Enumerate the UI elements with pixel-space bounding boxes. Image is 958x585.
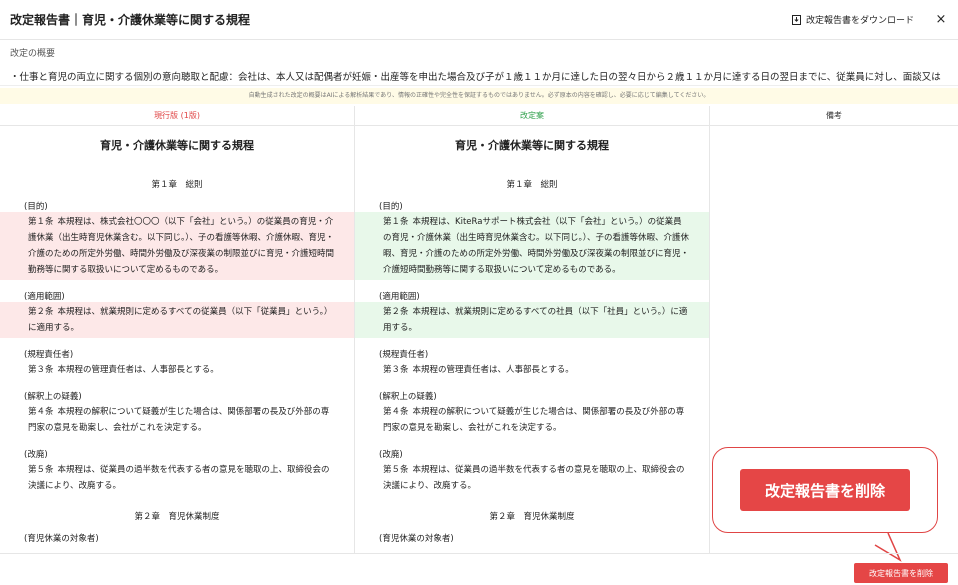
modal-footer [0, 553, 958, 585]
section-label: (改廃) [379, 450, 403, 460]
close-icon[interactable]: × [934, 12, 948, 27]
download-icon [791, 14, 801, 25]
article-text: 本規程の管理責任者は、人事部長とする。 [412, 365, 574, 375]
section-label: (育児休業の対象者) [379, 534, 454, 544]
article-number: 第５条 [383, 465, 409, 475]
current-document-column[interactable]: 育児・介護休業等に関する規程 第１章 総則 (目的) 第１条 本規程は、株式会社〇… [0, 127, 354, 553]
ai-disclaimer: 自動生成された改定の概要はAIによる解析結果であり、情報の正確性や完全性を保証す… [0, 88, 958, 104]
section-label: (規程責任者) [24, 350, 74, 360]
article-number: 第１条 [383, 217, 409, 227]
article-text: 本規程は、従業員の過半数を代表する者の意見を聴取の上、取締役会の決議により、改廃… [383, 465, 685, 491]
article-number: 第４条 [383, 407, 409, 417]
summary-heading: 改定の概要 [10, 49, 56, 59]
article-number: 第４条 [28, 407, 54, 417]
article-number: 第３条 [28, 365, 54, 375]
article-number: 第２条 [383, 307, 409, 317]
document-title: 育児・介護休業等に関する規程 [100, 139, 254, 152]
revised-document-column[interactable]: 育児・介護休業等に関する規程 第１章 総則 (目的) 第１条 本規程は、KiteR… [355, 127, 709, 553]
article-5: 第５条 本規程は、従業員の過半数を代表する者の意見を聴取の上、取締役会の決議により… [0, 460, 354, 496]
article-2: 第２条 本規程は、就業規則に定めるすべての従業員（以下「従業員」という。）に適用す… [0, 302, 354, 338]
section-label: (目的) [379, 202, 403, 212]
article-3: 第３条 本規程の管理責任者は、人事部長とする。 [0, 360, 354, 380]
article-text: 本規程は、就業規則に定めるすべての社員（以下「社員」という。）に適用する。 [383, 307, 688, 333]
chapter-heading: 第２章 育児休業制度 [134, 512, 220, 522]
article-text: 本規程は、KiteRaサポート株式会社（以下「会社」という。）の従業員の育児・介… [383, 217, 690, 275]
article-text: 本規程の解釈について疑義が生じた場合は、関係部署の長及び外部の専門家の意見を勘案… [383, 407, 685, 433]
modal-header: 改定報告書｜育児・介護休業等に関する規程 改定報告書をダウンロード × [0, 0, 958, 40]
article-number: 第３条 [383, 365, 409, 375]
article-text: 本規程は、株式会社〇〇〇（以下「会社」という。）の従業員の育児・介護休業（出生時… [28, 217, 335, 275]
section-label: (適用範囲) [379, 292, 420, 302]
delete-report-button[interactable]: 改定報告書を削除 [854, 563, 948, 583]
section-label: (解釈上の疑義) [379, 392, 437, 402]
chapter-heading: 第１章 総則 [151, 180, 203, 190]
chapter-heading: 第１章 総則 [506, 180, 558, 190]
delete-report-button-callout[interactable]: 改定報告書を削除 [740, 469, 910, 511]
article-text: 本規程は、従業員の過半数を代表する者の意見を聴取の上、取締役会の決議により、改廃… [28, 465, 330, 491]
section-label: (改廃) [24, 450, 48, 460]
article-2: 第２条 本規程は、就業規則に定めるすべての社員（以下「社員」という。）に適用する。 [355, 302, 709, 338]
download-label: 改定報告書をダウンロード [805, 16, 914, 26]
modal-title: 改定報告書｜育児・介護休業等に関する規程 [10, 13, 251, 27]
article-1: 第１条 本規程は、KiteRaサポート株式会社（以下「会社」という。）の従業員の育… [355, 212, 709, 280]
article-text: 本規程の解釈について疑義が生じた場合は、関係部署の長及び外部の専門家の意見を勘案… [28, 407, 330, 433]
summary-text: ・仕事と育児の両立に関する個別の意向聴取と配慮：会社は、本人又は配偶者が妊娠・出… [0, 64, 958, 86]
article-number: 第１条 [28, 217, 54, 227]
column-header-revised: 改定案 [355, 106, 709, 126]
column-header-current: 現行版 (1版) [0, 106, 354, 126]
article-3: 第３条 本規程の管理責任者は、人事部長とする。 [355, 360, 709, 380]
document-title: 育児・介護休業等に関する規程 [455, 139, 609, 152]
chapter-heading: 第２章 育児休業制度 [489, 512, 575, 522]
section-label: (解釈上の疑義) [24, 392, 82, 402]
article-number: 第５条 [28, 465, 54, 475]
section-label: (規程責任者) [379, 350, 429, 360]
article-5: 第５条 本規程は、従業員の過半数を代表する者の意見を聴取の上、取締役会の決議により… [355, 460, 709, 496]
article-4: 第４条 本規程の解釈について疑義が生じた場合は、関係部署の長及び外部の専門家の意見… [0, 402, 354, 438]
article-4: 第４条 本規程の解釈について疑義が生じた場合は、関係部署の長及び外部の専門家の意見… [355, 402, 709, 438]
column-divider [709, 106, 710, 553]
column-header-notes: 備考 [710, 106, 958, 126]
section-label: (育児休業の対象者) [24, 534, 99, 544]
download-button[interactable]: 改定報告書をダウンロード [791, 13, 914, 26]
section-label: (目的) [24, 202, 48, 212]
article-text: 本規程の管理責任者は、人事部長とする。 [57, 365, 219, 375]
section-label: (適用範囲) [24, 292, 65, 302]
article-text: 本規程は、就業規則に定めるすべての従業員（以下「従業員」という。）に適用する。 [28, 307, 333, 333]
article-1: 第１条 本規程は、株式会社〇〇〇（以下「会社」という。）の従業員の育児・介護休業（… [0, 212, 354, 280]
article-number: 第２条 [28, 307, 54, 317]
